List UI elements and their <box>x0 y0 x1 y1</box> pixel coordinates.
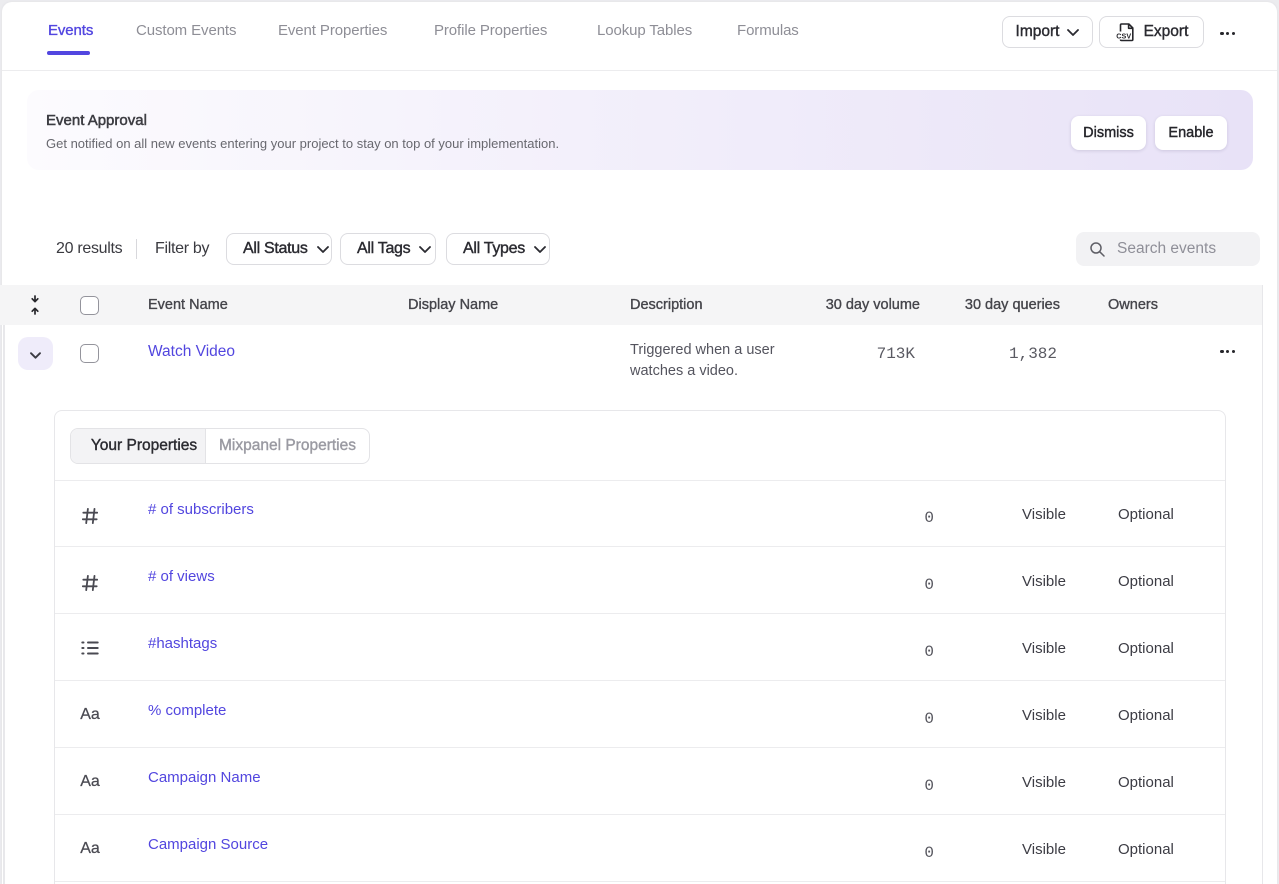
svg-text:CSV: CSV <box>1116 31 1131 40</box>
